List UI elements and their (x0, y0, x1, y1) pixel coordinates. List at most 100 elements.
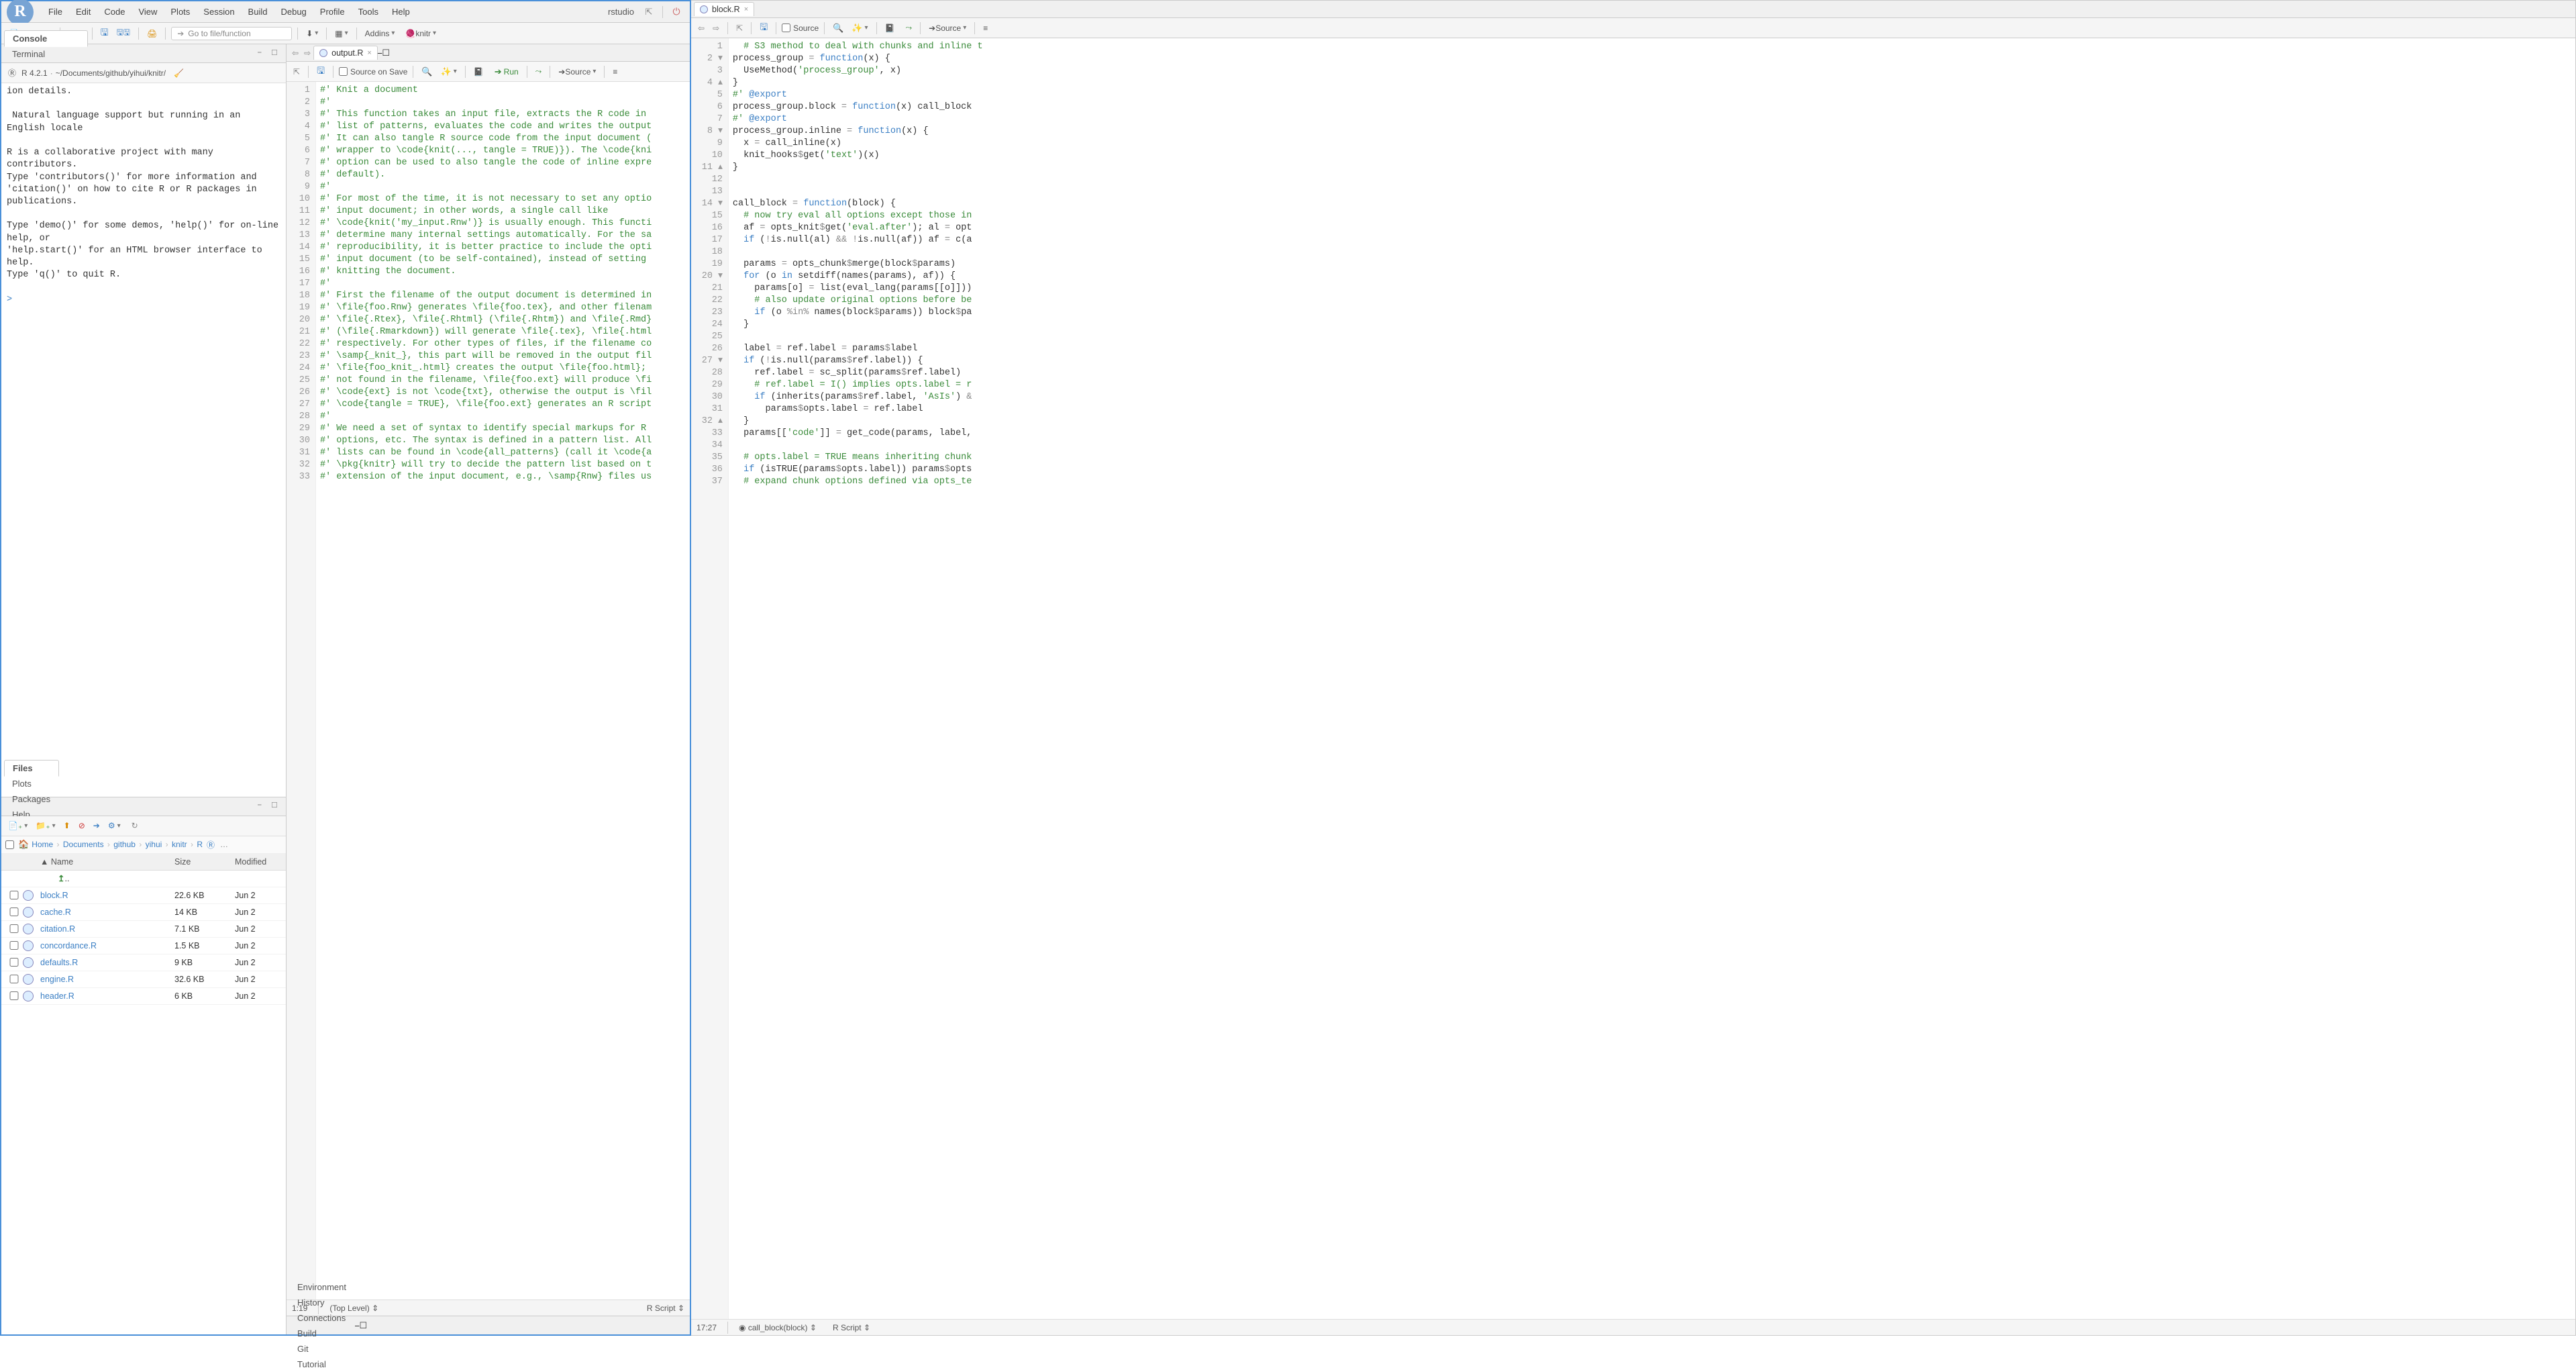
breadcrumb-r[interactable]: R (195, 840, 204, 849)
file-checkbox[interactable] (5, 975, 23, 983)
vcs-button[interactable]: ⬇ (303, 28, 321, 40)
source-tab-block-r[interactable]: block.R × (694, 2, 754, 16)
file-name[interactable]: concordance.R (40, 941, 174, 950)
refresh-files-icon[interactable] (129, 820, 141, 832)
tab-git[interactable]: Git (289, 1341, 355, 1357)
file-checkbox[interactable] (5, 891, 23, 899)
file-checkbox[interactable] (5, 958, 23, 967)
popout-icon[interactable] (291, 66, 303, 78)
tab-files[interactable]: Files (4, 760, 59, 777)
addins-button[interactable]: Addins (362, 28, 398, 40)
save-file-icon[interactable] (314, 62, 327, 81)
new-blank-file-button[interactable] (5, 820, 30, 832)
project-name[interactable]: rstudio (604, 7, 638, 17)
code-tools-icon[interactable] (849, 21, 870, 35)
compile-report-icon[interactable] (471, 66, 486, 78)
console-output[interactable]: ion details. Natural language support bu… (1, 83, 286, 797)
minimize-icon[interactable]: ⎯ (258, 48, 268, 59)
source-tab-output-r[interactable]: output.R × (313, 46, 378, 60)
file-checkbox[interactable] (5, 924, 23, 933)
rerun-icon[interactable]: ⤳ (903, 21, 915, 34)
upload-button[interactable] (61, 820, 73, 832)
rerun-icon[interactable]: ⤳ (533, 65, 545, 78)
find-replace-icon[interactable] (419, 65, 435, 79)
rename-button[interactable] (91, 820, 103, 832)
breadcrumb-documents[interactable]: Documents (62, 840, 105, 849)
project-popout-icon[interactable] (642, 5, 656, 19)
menu-code[interactable]: Code (97, 4, 132, 19)
menu-build[interactable]: Build (242, 4, 274, 19)
file-row[interactable]: citation.R 7.1 KB Jun 2 (1, 921, 286, 938)
new-folder-button[interactable] (33, 820, 58, 832)
file-checkbox[interactable] (5, 991, 23, 1000)
file-row[interactable]: cache.R 14 KB Jun 2 (1, 904, 286, 921)
tab-connections[interactable]: Connections (289, 1310, 355, 1326)
source-editor[interactable]: 1234567891011121314151617181920212223242… (287, 82, 690, 1300)
r-filter-icon[interactable] (207, 839, 215, 850)
breadcrumb-knitr[interactable]: knitr (170, 840, 189, 849)
source-back-icon[interactable] (289, 47, 301, 59)
code-tools-icon[interactable] (438, 65, 460, 79)
menu-help[interactable]: Help (385, 4, 417, 19)
parent-directory-row[interactable]: .. (1, 871, 286, 887)
source-on-save-checkbox[interactable]: Source on Save (339, 67, 407, 77)
menu-file[interactable]: File (42, 4, 69, 19)
menu-tools[interactable]: Tools (352, 4, 385, 19)
file-row[interactable]: concordance.R 1.5 KB Jun 2 (1, 938, 286, 954)
menu-view[interactable]: View (132, 4, 164, 19)
menu-debug[interactable]: Debug (274, 4, 313, 19)
project-knitr-dropdown[interactable]: 🧶 knitr (403, 28, 439, 40)
file-type-dropdown[interactable]: R Script ⇕ (833, 1323, 870, 1332)
source-back-icon[interactable] (695, 22, 707, 34)
clear-console-icon[interactable] (171, 67, 187, 79)
source-forward-icon[interactable] (710, 22, 722, 34)
maximize-icon[interactable]: ☐ (271, 801, 282, 812)
file-row[interactable]: block.R 22.6 KB Jun 2 (1, 887, 286, 904)
source-on-save-checkbox[interactable]: Source (782, 23, 819, 33)
maximize-icon[interactable]: ☐ (271, 48, 282, 59)
file-row[interactable]: defaults.R 9 KB Jun 2 (1, 954, 286, 971)
breadcrumb-yihui[interactable]: yihui (144, 840, 164, 849)
compile-report-icon[interactable] (882, 22, 898, 34)
tab-terminal[interactable]: Terminal (4, 46, 88, 62)
print-button[interactable]: 🖨 (144, 28, 160, 40)
tab-tutorial[interactable]: Tutorial (289, 1357, 355, 1372)
outline-icon[interactable]: ≡ (980, 22, 990, 34)
maximize-icon[interactable]: ☐ (382, 48, 390, 58)
tab-console[interactable]: Console (4, 30, 88, 47)
menu-session[interactable]: Session (197, 4, 241, 19)
tab-build[interactable]: Build (289, 1326, 355, 1341)
file-row[interactable]: header.R 6 KB Jun 2 (1, 988, 286, 1005)
file-checkbox[interactable] (5, 941, 23, 950)
workspace-panes-button[interactable]: ▦ (332, 28, 350, 40)
tab-packages[interactable]: Packages (4, 791, 59, 807)
popout-icon[interactable] (733, 22, 745, 34)
tab-history[interactable]: History (289, 1295, 355, 1310)
minimize-icon[interactable]: ⎯ (258, 801, 268, 812)
home-icon[interactable] (18, 839, 29, 850)
source-forward-icon[interactable] (301, 47, 313, 59)
find-replace-icon[interactable] (830, 21, 846, 35)
save-file-icon[interactable] (757, 19, 770, 38)
file-type-dropdown[interactable]: R Script ⇕ (647, 1304, 684, 1313)
save-button[interactable] (98, 24, 111, 43)
maximize-icon[interactable]: ☐ (359, 1320, 367, 1331)
menu-edit[interactable]: Edit (69, 4, 97, 19)
close-tab-icon[interactable]: × (367, 49, 371, 57)
outline-icon[interactable]: ≡ (610, 66, 620, 78)
more-button[interactable] (105, 820, 123, 832)
working-directory[interactable]: ~/Documents/github/yihui/knitr/ (56, 68, 166, 78)
file-name[interactable]: engine.R (40, 975, 174, 984)
run-button[interactable]: Run (492, 65, 521, 79)
source-menu-button[interactable]: ➔ Source (556, 66, 599, 78)
scope-indicator[interactable]: ◉ call_block(block) ⇕ (739, 1323, 817, 1332)
file-checkbox[interactable] (5, 908, 23, 916)
save-all-button[interactable]: 🖫🖫 (114, 25, 133, 42)
more-path-icon[interactable]: … (220, 840, 228, 849)
close-tab-icon[interactable]: × (744, 5, 748, 13)
breadcrumb-github[interactable]: github (112, 840, 137, 849)
menu-profile[interactable]: Profile (313, 4, 352, 19)
breadcrumb-home[interactable]: Home (30, 840, 54, 849)
file-name[interactable]: cache.R (40, 908, 174, 917)
file-name[interactable]: header.R (40, 991, 174, 1001)
